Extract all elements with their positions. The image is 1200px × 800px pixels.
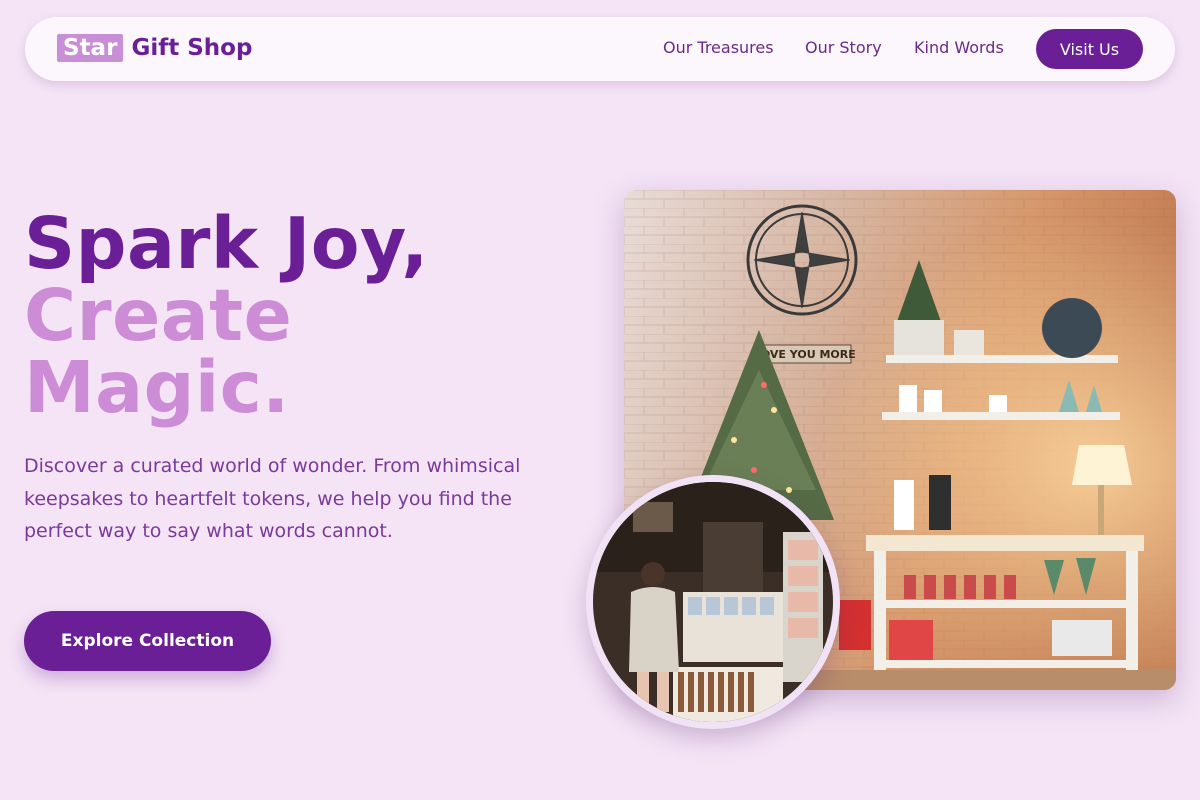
navbar: Star Gift Shop Our Treasures Our Story K… [25, 17, 1175, 81]
headline-line-1: Spark Joy, [24, 202, 429, 285]
nav-link-kind-words[interactable]: Kind Words [914, 38, 1004, 57]
hero-description: Discover a curated world of wonder. From… [24, 455, 521, 542]
circle-photo [586, 475, 840, 729]
headline-line-2: Create [24, 274, 293, 357]
nav-link-our-treasures[interactable]: Our Treasures [663, 38, 774, 57]
headline-line-3: Magic. [24, 346, 290, 429]
logo[interactable]: Star Gift Shop [57, 34, 252, 62]
logo-badge: Star [57, 34, 124, 62]
logo-text: Gift Shop [131, 35, 253, 61]
hero-headline: Spark Joy, Create Magic. [24, 208, 429, 424]
nav-link-our-story[interactable]: Our Story [805, 38, 882, 57]
visit-us-button[interactable]: Visit Us [1036, 29, 1143, 69]
explore-collection-button[interactable]: Explore Collection [24, 611, 271, 671]
